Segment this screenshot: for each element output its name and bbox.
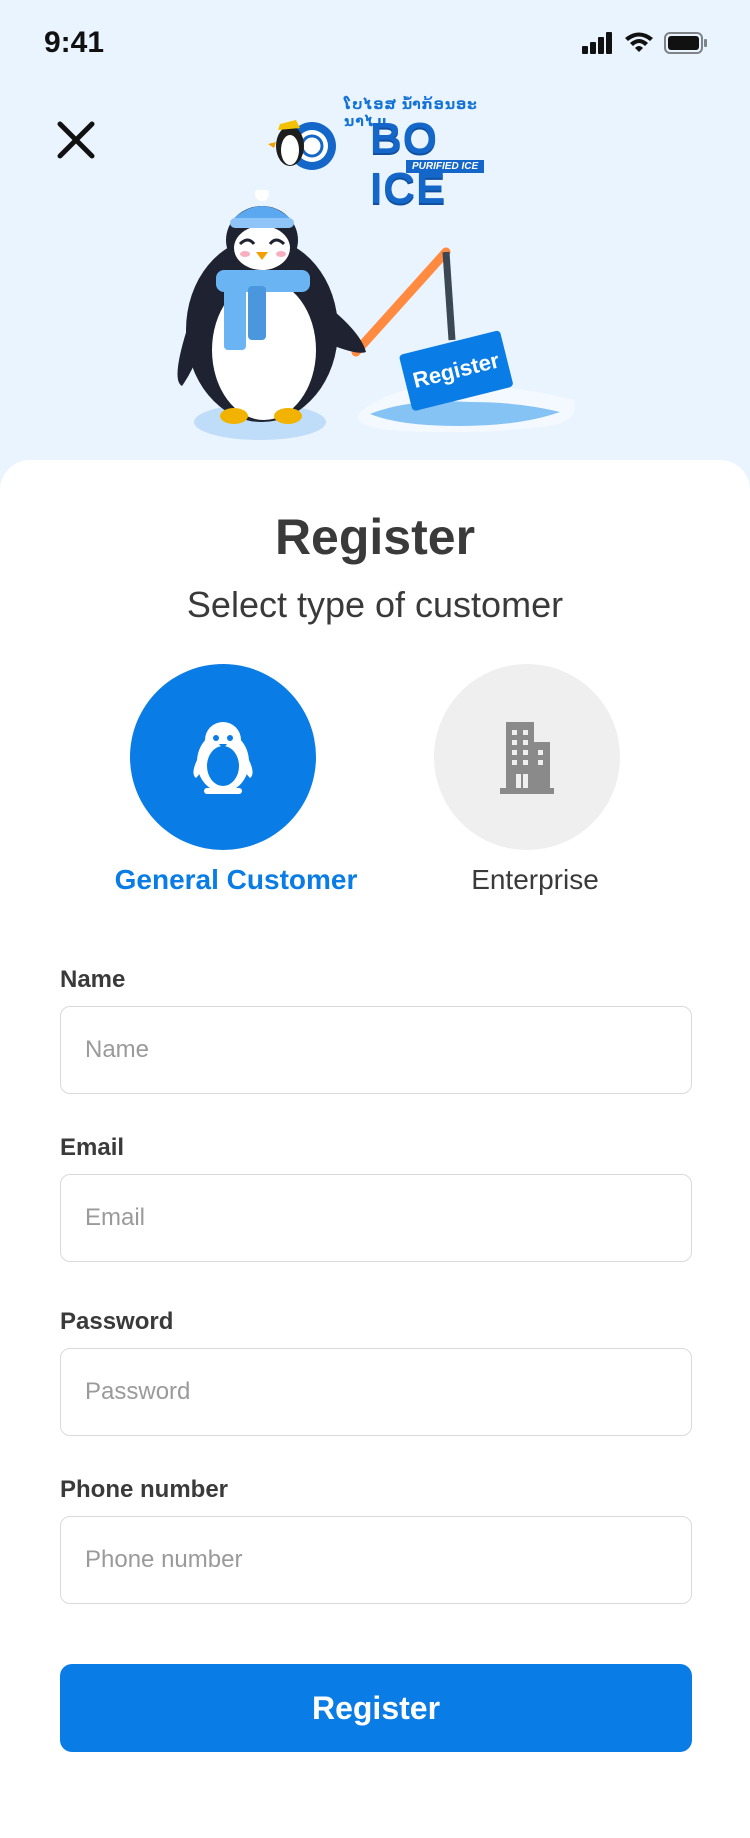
building-icon [500,722,554,794]
email-label: Email [60,1134,125,1161]
status-bar: 9:41 [0,0,750,88]
customer-type-enterprise-button[interactable] [434,664,620,850]
battery-icon [664,32,707,54]
logo-sub-text: PURIFIED ICE [406,160,485,173]
page-subtitle: Select type of customer [186,584,564,625]
close-button[interactable] [52,116,100,164]
penguin-illustration: Register [177,187,575,440]
password-label: Password [60,1308,174,1335]
hero-illustration: Register [170,187,590,450]
penguin-icon [193,722,253,794]
close-icon [57,121,95,159]
name-label: Name [60,966,126,993]
register-button[interactable]: Register [60,1664,692,1752]
wifi-icon [625,32,653,52]
signal-icon [582,32,612,54]
logo-penguin-icon [268,120,336,170]
customer-type-general-label[interactable]: General Customer [76,864,396,896]
page-title: Register [274,509,476,565]
email-input[interactable] [60,1174,692,1262]
password-input[interactable] [60,1348,692,1436]
status-icons [582,30,708,56]
brand-logo: ໂບໄອສ ນ້ຳກ້ອນອະນາໄມ BO ICE PURIFIED ICE [266,96,486,213]
status-time: 9:41 [44,26,105,59]
phone-input[interactable] [60,1516,692,1604]
phone-label: Phone number [60,1476,229,1503]
customer-type-enterprise-label[interactable]: Enterprise [375,864,695,896]
customer-type-general-button[interactable] [130,664,316,850]
name-input[interactable] [60,1006,692,1094]
